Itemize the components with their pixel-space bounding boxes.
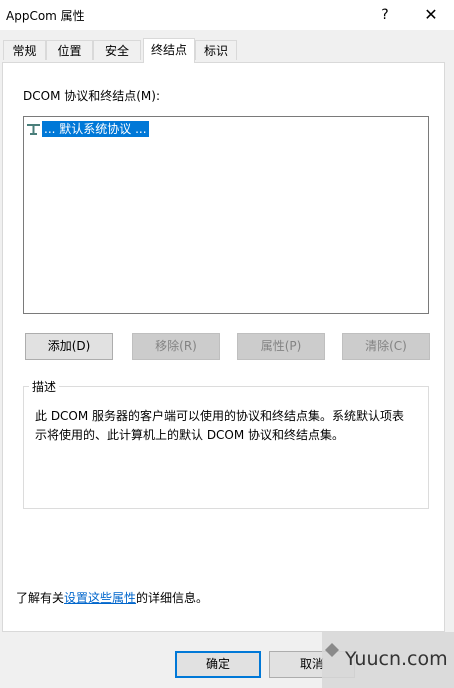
- list-item-label: ... 默认系统协议 ...: [42, 120, 149, 137]
- watermark-logo-icon: [322, 640, 342, 660]
- description-title: 描述: [29, 378, 60, 395]
- tab-identity[interactable]: 标识: [195, 40, 237, 60]
- add-button[interactable]: 添加(D): [25, 333, 113, 360]
- info-suffix: 的详细信息。: [136, 591, 209, 605]
- watermark-text: Yuucn.com: [345, 648, 448, 670]
- close-button[interactable]: ✕: [408, 0, 454, 30]
- ok-button[interactable]: 确定: [175, 651, 261, 678]
- tab-strip: 常规 位置 安全 终结点 标识: [0, 38, 454, 63]
- help-button[interactable]: ?: [362, 0, 408, 30]
- description-line-2: 示将使用的、此计算机上的默认 DCOM 协议和终结点集。: [35, 428, 345, 442]
- info-text: 了解有关设置这些属性的详细信息。: [16, 589, 208, 606]
- tab-location[interactable]: 位置: [46, 40, 93, 60]
- settings-help-link[interactable]: 设置这些属性: [64, 591, 136, 605]
- properties-button[interactable]: 属性(P): [237, 333, 325, 360]
- list-item[interactable]: ... 默认系统协议 ...: [26, 120, 149, 137]
- endpoints-panel: DCOM 协议和终结点(M): ... 默认系统协议 ... 添加(D) 移除(…: [2, 62, 445, 632]
- description-group: 描述 此 DCOM 服务器的客户端可以使用的协议和终结点集。系统默认项表 示将使…: [23, 378, 429, 509]
- description-line-1: 此 DCOM 服务器的客户端可以使用的协议和终结点集。系统默认项表: [35, 409, 405, 423]
- endpoints-listbox[interactable]: ... 默认系统协议 ...: [23, 116, 429, 314]
- tab-security[interactable]: 安全: [93, 40, 141, 60]
- description-text: 此 DCOM 服务器的客户端可以使用的协议和终结点集。系统默认项表 示将使用的、…: [35, 407, 425, 445]
- info-prefix: 了解有关: [16, 591, 65, 605]
- tab-general[interactable]: 常规: [3, 40, 46, 60]
- endpoints-list-label: DCOM 协议和终结点(M):: [23, 89, 160, 103]
- title-bar: AppCom 属性 ? ✕: [0, 0, 454, 30]
- network-protocol-icon: [26, 121, 42, 137]
- tab-endpoints[interactable]: 终结点: [143, 38, 195, 63]
- window-title: AppCom 属性: [6, 9, 85, 23]
- remove-button[interactable]: 移除(R): [132, 333, 220, 360]
- clear-button[interactable]: 清除(C): [342, 333, 430, 360]
